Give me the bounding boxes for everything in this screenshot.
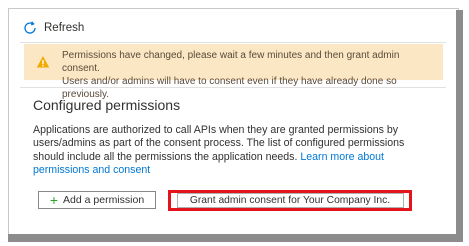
frame-shadow-right [456,10,463,240]
grant-admin-consent-highlight: Grant admin consent for Your Company Inc… [168,190,412,211]
add-permission-button[interactable]: + Add a permission [38,191,156,209]
grant-admin-consent-label: Grant admin consent for Your Company Inc… [189,195,391,206]
warning-banner: Permissions have changed, please wait a … [24,44,443,100]
refresh-label: Refresh [44,22,85,34]
add-permission-label: Add a permission [63,194,145,206]
refresh-button[interactable]: Refresh [22,16,84,40]
plus-icon: + [49,192,59,208]
refresh-icon [22,20,38,36]
warning-icon [36,55,50,69]
warning-line-1: Permissions have changed, please wait a … [62,50,400,74]
warning-text: Permissions have changed, please wait a … [62,49,437,101]
toolbar-divider [20,42,446,43]
grant-admin-consent-button[interactable]: Grant admin consent for Your Company Inc… [176,193,404,208]
section-description: Applications are authorized to call APIs… [33,124,433,178]
section-title: Configured permissions [33,97,181,113]
section-divider [20,87,446,88]
frame-shadow-bottom [8,234,463,242]
